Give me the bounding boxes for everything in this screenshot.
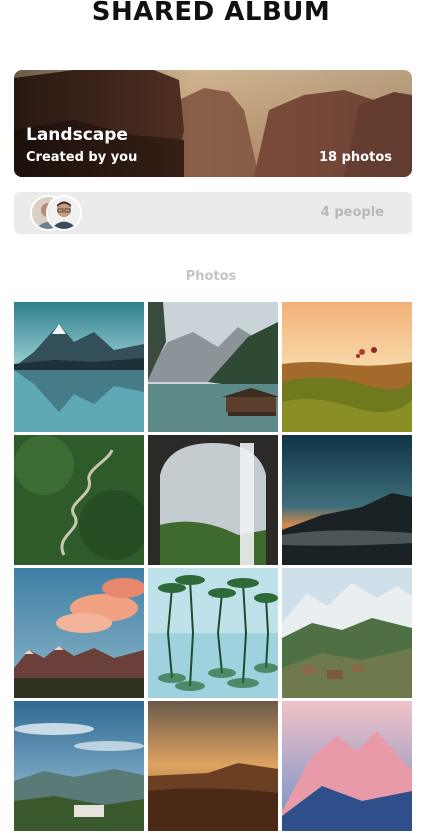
photo-tile[interactable] bbox=[282, 302, 412, 432]
photos-section-label: Photos bbox=[185, 269, 237, 284]
members-count: 4 people bbox=[320, 205, 384, 220]
photo-tile[interactable] bbox=[148, 435, 278, 565]
album-photo-count: 18 photos bbox=[319, 150, 392, 165]
photo-tile[interactable] bbox=[282, 435, 412, 565]
photo-tile[interactable] bbox=[148, 701, 278, 831]
photo-tile[interactable] bbox=[14, 568, 144, 698]
photo-tile[interactable] bbox=[282, 701, 412, 831]
page-title: SHARED ALBUM bbox=[91, 0, 331, 27]
photo-grid bbox=[14, 302, 412, 831]
photo-tile[interactable] bbox=[14, 302, 144, 432]
album-creator: Created by you bbox=[26, 150, 138, 165]
album-cover-card[interactable]: Landscape Created by you 18 photos bbox=[14, 70, 412, 177]
photo-tile[interactable] bbox=[148, 302, 278, 432]
photo-tile[interactable] bbox=[14, 701, 144, 831]
avatar[interactable] bbox=[46, 195, 82, 231]
photo-tile[interactable] bbox=[14, 435, 144, 565]
photo-tile[interactable] bbox=[282, 568, 412, 698]
album-name: Landscape bbox=[26, 125, 128, 145]
members-bar[interactable]: 4 people bbox=[14, 192, 412, 234]
photo-tile[interactable] bbox=[148, 568, 278, 698]
